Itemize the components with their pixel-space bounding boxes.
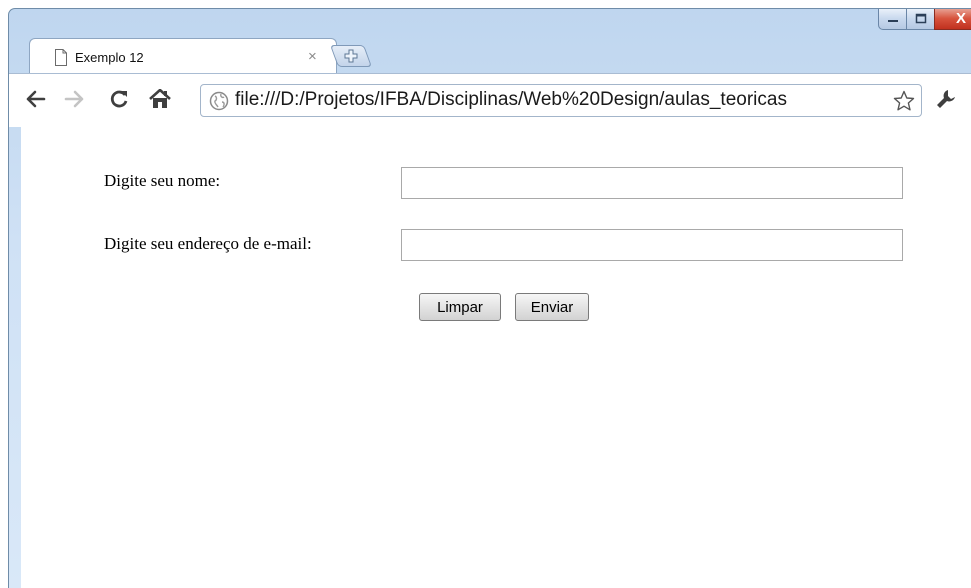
submit-button[interactable]: Enviar (515, 293, 589, 321)
name-label: Digite seu nome: (104, 171, 221, 190)
name-input[interactable] (401, 167, 903, 199)
plus-icon (344, 49, 358, 63)
email-label: Digite seu endereço de e-mail: (104, 234, 312, 253)
wrench-icon[interactable] (934, 87, 958, 111)
back-button[interactable] (25, 87, 47, 111)
tab-close-button[interactable]: × (308, 48, 317, 65)
browser-toolbar: file:///D:/Projetos/IFBA/Disciplinas/Web… (9, 73, 971, 127)
reload-icon (110, 90, 128, 108)
address-bar[interactable]: file:///D:/Projetos/IFBA/Disciplinas/Web… (200, 84, 922, 117)
new-tab-button[interactable] (329, 45, 373, 67)
url-text: file:///D:/Projetos/IFBA/Disciplinas/Web… (235, 89, 787, 110)
tab-exemplo-12[interactable]: Exemplo 12 × (29, 38, 337, 74)
home-button[interactable] (147, 87, 173, 111)
browser-window: X Exemplo 12 × file:///D:/Projetos/IFBA/… (8, 8, 971, 588)
email-input[interactable] (401, 229, 903, 261)
tab-title: Exemplo 12 (75, 50, 144, 65)
page-content: Digite seu nome: Digite seu endereço de … (21, 127, 971, 588)
back-arrow-icon (26, 90, 46, 108)
globe-icon (209, 91, 229, 111)
forward-button[interactable] (63, 87, 85, 111)
forward-arrow-icon (64, 90, 84, 108)
home-icon (149, 89, 171, 108)
reload-button[interactable] (107, 87, 131, 111)
page-icon (55, 49, 67, 66)
tab-strip: Exemplo 12 × (9, 9, 971, 74)
reset-button[interactable]: Limpar (419, 293, 501, 321)
star-icon[interactable] (893, 90, 915, 112)
